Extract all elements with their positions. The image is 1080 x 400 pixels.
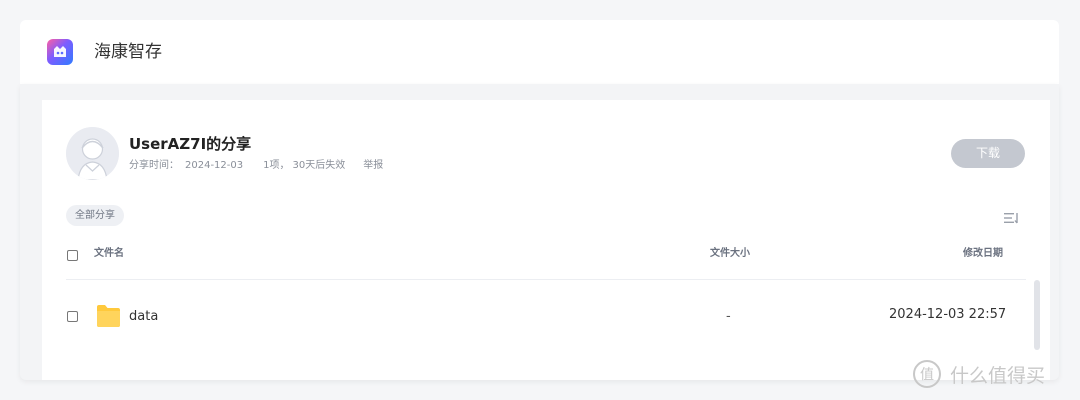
scrollbar[interactable] (1034, 280, 1040, 350)
share-card: UserAZ7I的分享 分享时间： 2024-12-03 1项， 30天后失效 举报 下… (42, 100, 1050, 380)
row-file-name[interactable]: data (129, 308, 158, 326)
share-item-count: 1项， (263, 160, 290, 171)
share-meta: 分享时间： 2024-12-03 1项， 30天后失效 举报 (129, 159, 383, 173)
header-divider (66, 279, 1026, 280)
share-date: 2024-12-03 (185, 160, 244, 171)
row-checkbox[interactable] (67, 311, 78, 322)
app-logo-icon (47, 39, 73, 65)
watermark-text: 什么值得买 (950, 364, 1046, 387)
avatar (66, 127, 119, 180)
watermark-logo-icon: 值 (913, 360, 941, 388)
column-header-modified[interactable]: 修改日期 (963, 247, 1003, 261)
column-header-name[interactable]: 文件名 (94, 247, 124, 261)
breadcrumb[interactable]: 全部分享 (66, 205, 124, 226)
app-title: 海康智存 (94, 42, 162, 62)
share-time-label: 分享时间： (129, 160, 179, 171)
download-button[interactable]: 下载 (951, 139, 1025, 168)
watermark: 值 什么值得买 (912, 358, 1045, 390)
row-modified-date: 2024-12-03 22:57 (889, 307, 1007, 322)
sort-icon[interactable] (1004, 209, 1020, 224)
app-header: 海康智存 (20, 20, 1059, 84)
share-expiry: 30天后失效 (292, 160, 346, 171)
share-title: UserAZ7I的分享 (129, 135, 252, 153)
folder-icon (96, 304, 121, 328)
select-all-checkbox[interactable] (67, 250, 78, 261)
row-file-size: - (726, 309, 731, 324)
column-header-size[interactable]: 文件大小 (710, 247, 750, 261)
svg-text:值: 值 (920, 367, 934, 383)
report-link[interactable]: 举报 (363, 159, 383, 173)
